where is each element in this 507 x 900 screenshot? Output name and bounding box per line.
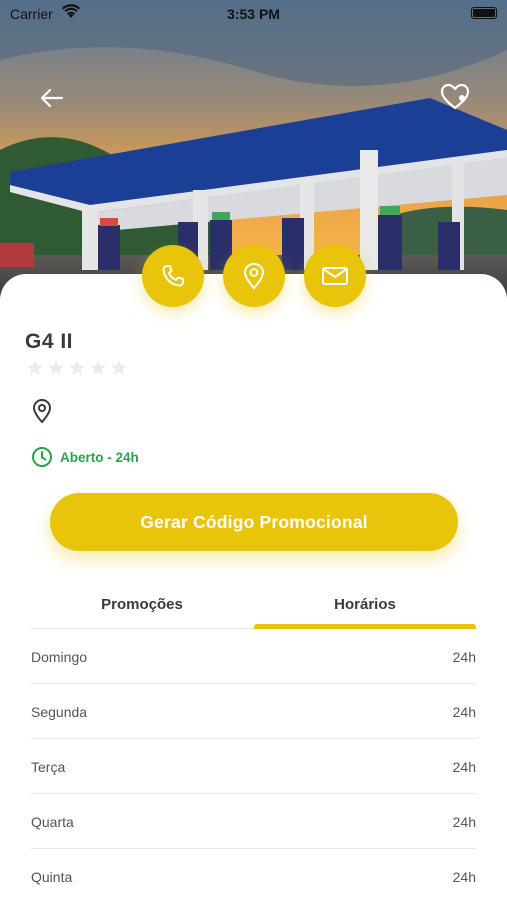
day-label: Segunda — [31, 704, 88, 720]
list-item: Segunda 24h — [31, 684, 476, 739]
phone-icon — [162, 265, 184, 287]
hours-value: 24h — [452, 759, 476, 775]
status-time: 3:53 PM — [227, 6, 280, 22]
list-item: Quarta 24h — [31, 794, 476, 849]
station-name: G4 II — [25, 330, 74, 353]
list-item: Terça 24h — [31, 739, 476, 794]
star-icon — [27, 360, 43, 375]
favorite-button[interactable] — [438, 80, 472, 114]
email-button[interactable] — [304, 245, 366, 307]
hours-value: 24h — [452, 704, 476, 720]
hours-value: 24h — [452, 814, 476, 830]
map-pin-icon — [32, 398, 52, 424]
list-item: Quinta 24h — [31, 849, 476, 900]
mail-icon — [322, 267, 348, 285]
star-icon — [111, 360, 127, 375]
day-label: Domingo — [31, 649, 88, 665]
day-label: Quinta — [31, 869, 73, 885]
open-status: Aberto - 24h — [31, 446, 139, 468]
tab-bar: Promoções Horários — [31, 585, 476, 629]
day-label: Terça — [31, 759, 66, 775]
arrow-left-icon — [40, 88, 64, 108]
hours-list: Domingo 24h Segunda 24h Terça 24h Quarta… — [31, 629, 476, 900]
generate-promo-code-button[interactable]: Gerar Código Promocional — [50, 493, 458, 551]
map-pin-icon — [243, 262, 265, 290]
list-item: Domingo 24h — [31, 629, 476, 684]
rating-stars — [26, 359, 128, 377]
hours-value: 24h — [452, 649, 476, 665]
address-row[interactable] — [30, 398, 54, 424]
tab-promocoes[interactable]: Promoções — [31, 585, 253, 629]
back-button[interactable] — [36, 82, 68, 114]
open-status-label: Aberto - 24h — [60, 449, 139, 465]
battery-icon — [471, 7, 497, 19]
hours-value: 24h — [452, 869, 476, 885]
day-label: Quarta — [31, 814, 74, 830]
tab-horarios[interactable]: Horários — [254, 585, 476, 629]
star-icon — [69, 360, 85, 375]
call-button[interactable] — [142, 245, 204, 307]
clock-icon — [32, 447, 52, 467]
status-bar: Carrier 3:53 PM — [0, 0, 507, 28]
star-icon — [48, 360, 64, 375]
directions-button[interactable] — [223, 245, 285, 307]
heart-icon — [440, 83, 470, 110]
star-icon — [90, 360, 106, 375]
